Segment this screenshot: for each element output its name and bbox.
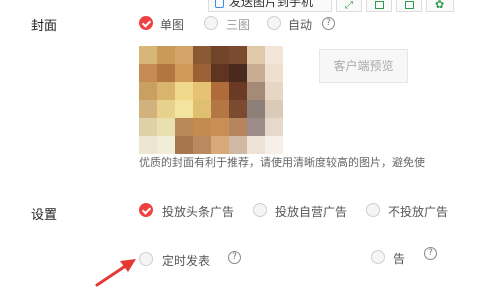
mosaic-cell xyxy=(139,64,157,82)
mosaic-cell xyxy=(229,46,247,64)
mosaic-cell xyxy=(265,64,283,82)
cover-image[interactable] xyxy=(139,46,283,154)
radio-own-ads[interactable] xyxy=(253,203,267,217)
mosaic-cell xyxy=(193,64,211,82)
share-icon xyxy=(405,1,414,9)
mosaic-cell xyxy=(265,82,283,100)
mosaic-cell xyxy=(229,118,247,136)
radio-single[interactable] xyxy=(139,16,153,30)
mosaic-cell xyxy=(193,136,211,154)
mosaic-cell xyxy=(229,136,247,154)
mosaic-cell xyxy=(247,46,265,64)
mosaic-cell xyxy=(211,118,229,136)
home-button[interactable] xyxy=(366,0,392,12)
mosaic-cell xyxy=(157,64,175,82)
mosaic-cell xyxy=(193,100,211,118)
schedule-help-icon[interactable]: ? xyxy=(228,251,241,264)
mosaic-cell xyxy=(175,136,193,154)
mosaic-cell xyxy=(229,82,247,100)
mosaic-cell xyxy=(265,100,283,118)
settings-icon: ✿ xyxy=(435,0,445,11)
settings-button[interactable]: ✿ xyxy=(426,0,454,12)
mosaic-cell xyxy=(247,118,265,136)
radio-auto[interactable] xyxy=(267,16,281,30)
mosaic-cell xyxy=(265,46,283,64)
mosaic-cell xyxy=(247,64,265,82)
partial-help-icon[interactable]: ? xyxy=(424,247,437,260)
mosaic-cell xyxy=(175,82,193,100)
mosaic-cell xyxy=(193,46,211,64)
mosaic-cell xyxy=(193,82,211,100)
mosaic-cell xyxy=(157,46,175,64)
mosaic-cell xyxy=(265,118,283,136)
mosaic-cell xyxy=(211,46,229,64)
mosaic-cell xyxy=(247,82,265,100)
mosaic-cell xyxy=(157,118,175,136)
radio-toutiao-ads[interactable] xyxy=(139,203,153,217)
expand-icon: ⤢ xyxy=(345,0,353,11)
radio-no-ads[interactable] xyxy=(366,203,380,217)
cover-help-icon[interactable]: ? xyxy=(322,17,335,30)
cover-tip-text: 优质的封面有利于推荐，请使用清晰度较高的图片，避免使 xyxy=(139,156,425,169)
ad-option-own-label: 投放自营广告 xyxy=(275,205,348,219)
mosaic-cell xyxy=(229,100,247,118)
cover-option-single-label: 单图 xyxy=(160,18,185,32)
mosaic-cell xyxy=(139,46,157,64)
cover-label: 封面 xyxy=(31,19,58,34)
schedule-label: 定时发表 xyxy=(162,254,211,268)
mosaic-cell xyxy=(247,136,265,154)
send-to-phone-label: 发送图片到手机 xyxy=(229,0,314,9)
radio-three[interactable] xyxy=(204,16,218,30)
share-button[interactable] xyxy=(396,0,422,12)
mosaic-cell xyxy=(175,64,193,82)
cover-option-three-label: 三图 xyxy=(226,18,251,32)
mosaic-cell xyxy=(175,118,193,136)
send-to-phone-button[interactable]: 发送图片到手机 xyxy=(208,0,332,12)
partial-option-label: 告 xyxy=(393,252,406,266)
ad-option-none-label: 不投放广告 xyxy=(388,205,449,219)
mosaic-cell xyxy=(175,46,193,64)
mosaic-cell xyxy=(139,118,157,136)
mosaic-cell xyxy=(157,136,175,154)
mosaic-cell xyxy=(157,82,175,100)
mosaic-cell xyxy=(139,82,157,100)
red-arrow-annotation xyxy=(95,259,136,287)
client-preview-button[interactable]: 客户端预览 xyxy=(319,49,408,83)
settings-label: 设置 xyxy=(31,208,58,223)
mosaic-cell xyxy=(193,118,211,136)
mosaic-cell xyxy=(265,136,283,154)
cover-option-auto-label: 自动 xyxy=(288,18,313,32)
mosaic-cell xyxy=(211,64,229,82)
mosaic-cell xyxy=(247,100,265,118)
ad-option-toutiao-label: 投放头条广告 xyxy=(162,205,235,219)
expand-button[interactable]: ⤢ xyxy=(336,0,362,12)
radio-partial[interactable] xyxy=(371,250,385,264)
mosaic-cell xyxy=(211,82,229,100)
mosaic-cell xyxy=(157,100,175,118)
mosaic-cell xyxy=(139,136,157,154)
mosaic-cell xyxy=(139,100,157,118)
radio-schedule[interactable] xyxy=(139,252,153,266)
home-icon xyxy=(375,1,384,9)
mosaic-cell xyxy=(175,100,193,118)
mosaic-cell xyxy=(211,100,229,118)
mosaic-cell xyxy=(211,136,229,154)
phone-icon xyxy=(215,0,224,8)
mosaic-cell xyxy=(229,64,247,82)
